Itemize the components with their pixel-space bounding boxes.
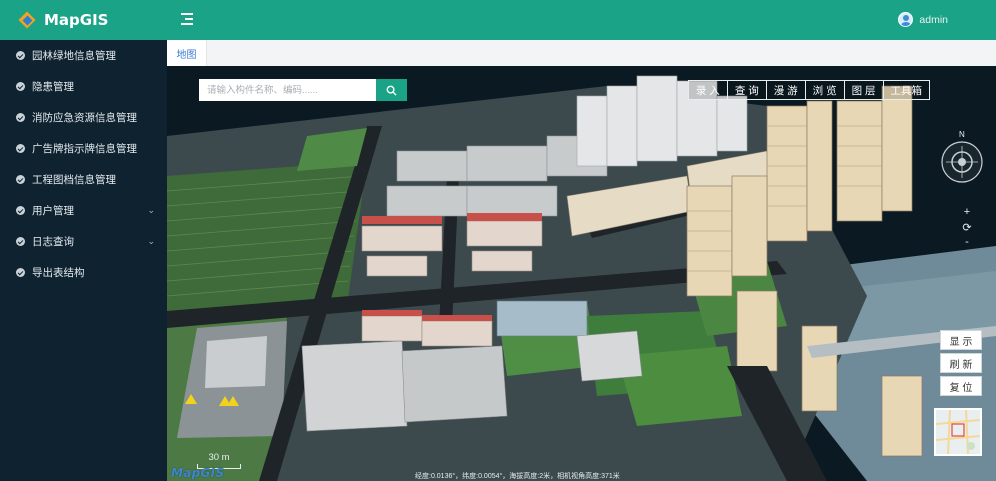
overview-map[interactable] bbox=[934, 408, 982, 456]
sidebar-item-label: 隐患管理 bbox=[32, 81, 74, 93]
sidebar-menu: 园林绿地信息管理 隐患管理 消防应急资源信息管理 广告牌指示牌信息管理 工程图档… bbox=[0, 40, 167, 288]
sidebar-item-billboards[interactable]: 广告牌指示牌信息管理 bbox=[0, 133, 167, 164]
tool-layers-button[interactable]: 图 层 bbox=[843, 80, 884, 100]
check-circle-icon bbox=[16, 175, 25, 184]
chevron-down-icon: ⌄ bbox=[147, 205, 155, 215]
sidebar: MapGIS 园林绿地信息管理 隐患管理 消防应急资源信息管理 广告牌指示牌信息… bbox=[0, 0, 167, 481]
coordinate-readout: 经度:0.0136°，纬度:0.0054°，海拔高度:2米，相机视角高度:371… bbox=[415, 473, 620, 480]
logo-text: MapGIS bbox=[44, 11, 109, 29]
zoom-out-button[interactable]: - bbox=[960, 236, 974, 251]
search-bar bbox=[199, 79, 407, 101]
sidebar-item-logs[interactable]: 日志查询 ⌄ bbox=[0, 226, 167, 257]
refresh-button[interactable]: 刷 新 bbox=[940, 353, 982, 373]
sidebar-item-label: 园林绿地信息管理 bbox=[32, 50, 116, 62]
sidebar-item-label: 用户管理 bbox=[32, 205, 74, 217]
sidebar-item-engineering-docs[interactable]: 工程图档信息管理 bbox=[0, 164, 167, 195]
tool-roam-button[interactable]: 漫 游 bbox=[765, 80, 806, 100]
sidebar-item-label: 日志查询 bbox=[32, 236, 74, 248]
tool-query-button[interactable]: 查 询 bbox=[726, 80, 767, 100]
sidebar-item-label: 工程图档信息管理 bbox=[32, 174, 116, 186]
sidebar-item-label: 消防应急资源信息管理 bbox=[32, 112, 137, 124]
map-toolbar: 录 入 查 询 漫 游 浏 览 图 层 工具箱 bbox=[687, 80, 930, 100]
check-circle-icon bbox=[16, 237, 25, 246]
logo: MapGIS bbox=[0, 0, 167, 40]
zoom-in-button[interactable]: + bbox=[960, 206, 974, 221]
tool-toolbox-button[interactable]: 工具箱 bbox=[882, 80, 930, 100]
overview-map-thumbnail bbox=[935, 409, 981, 455]
tool-input-button[interactable]: 录 入 bbox=[687, 80, 728, 100]
check-circle-icon bbox=[16, 206, 25, 215]
city-3d-scene bbox=[167, 66, 996, 481]
sidebar-item-users[interactable]: 用户管理 ⌄ bbox=[0, 195, 167, 226]
search-input[interactable] bbox=[199, 79, 376, 101]
scale-label: 30 m bbox=[208, 452, 230, 463]
mapgis-watermark: MapGIS bbox=[171, 466, 225, 480]
zoom-controls: + ⟳ - bbox=[960, 206, 974, 251]
tab-map[interactable]: 地图 bbox=[167, 40, 207, 66]
menu-toggle-icon[interactable] bbox=[181, 12, 195, 26]
check-circle-icon bbox=[16, 82, 25, 91]
sidebar-item-greenland[interactable]: 园林绿地信息管理 bbox=[0, 40, 167, 71]
reset-position-button[interactable]: 复 位 bbox=[940, 376, 982, 396]
compass-widget[interactable]: N bbox=[940, 130, 984, 188]
sidebar-item-hazard[interactable]: 隐患管理 bbox=[0, 71, 167, 102]
check-circle-icon bbox=[16, 51, 25, 60]
map-viewport[interactable]: 录 入 查 询 漫 游 浏 览 图 层 工具箱 N + ⟳ - 显 bbox=[167, 66, 996, 481]
map-side-buttons: 显 示 刷 新 复 位 bbox=[940, 330, 982, 399]
check-circle-icon bbox=[16, 268, 25, 277]
sidebar-item-label: 导出表结构 bbox=[32, 267, 85, 279]
avatar bbox=[898, 12, 914, 27]
sidebar-item-fire-resources[interactable]: 消防应急资源信息管理 bbox=[0, 102, 167, 133]
tool-browse-button[interactable]: 浏 览 bbox=[804, 80, 845, 100]
show-button[interactable]: 显 示 bbox=[940, 330, 982, 350]
chevron-down-icon: ⌄ bbox=[147, 236, 155, 246]
search-button[interactable] bbox=[376, 79, 407, 101]
search-icon bbox=[386, 85, 397, 96]
app-root: MapGIS 园林绿地信息管理 隐患管理 消防应急资源信息管理 广告牌指示牌信息… bbox=[0, 0, 996, 481]
compass-north-label: N bbox=[959, 130, 965, 139]
tab-strip: 地图 bbox=[167, 40, 996, 66]
user-name: admin bbox=[919, 13, 948, 26]
sidebar-item-export-schema[interactable]: 导出表结构 bbox=[0, 257, 167, 288]
sidebar-item-label: 广告牌指示牌信息管理 bbox=[32, 143, 137, 155]
mapgis-logo-icon bbox=[18, 11, 36, 29]
user-menu[interactable]: admin bbox=[898, 12, 948, 27]
check-circle-icon bbox=[16, 113, 25, 122]
check-circle-icon bbox=[16, 144, 25, 153]
top-header: admin bbox=[167, 0, 996, 40]
zoom-reset-button[interactable]: ⟳ bbox=[960, 221, 974, 236]
compass-icon bbox=[941, 141, 983, 183]
